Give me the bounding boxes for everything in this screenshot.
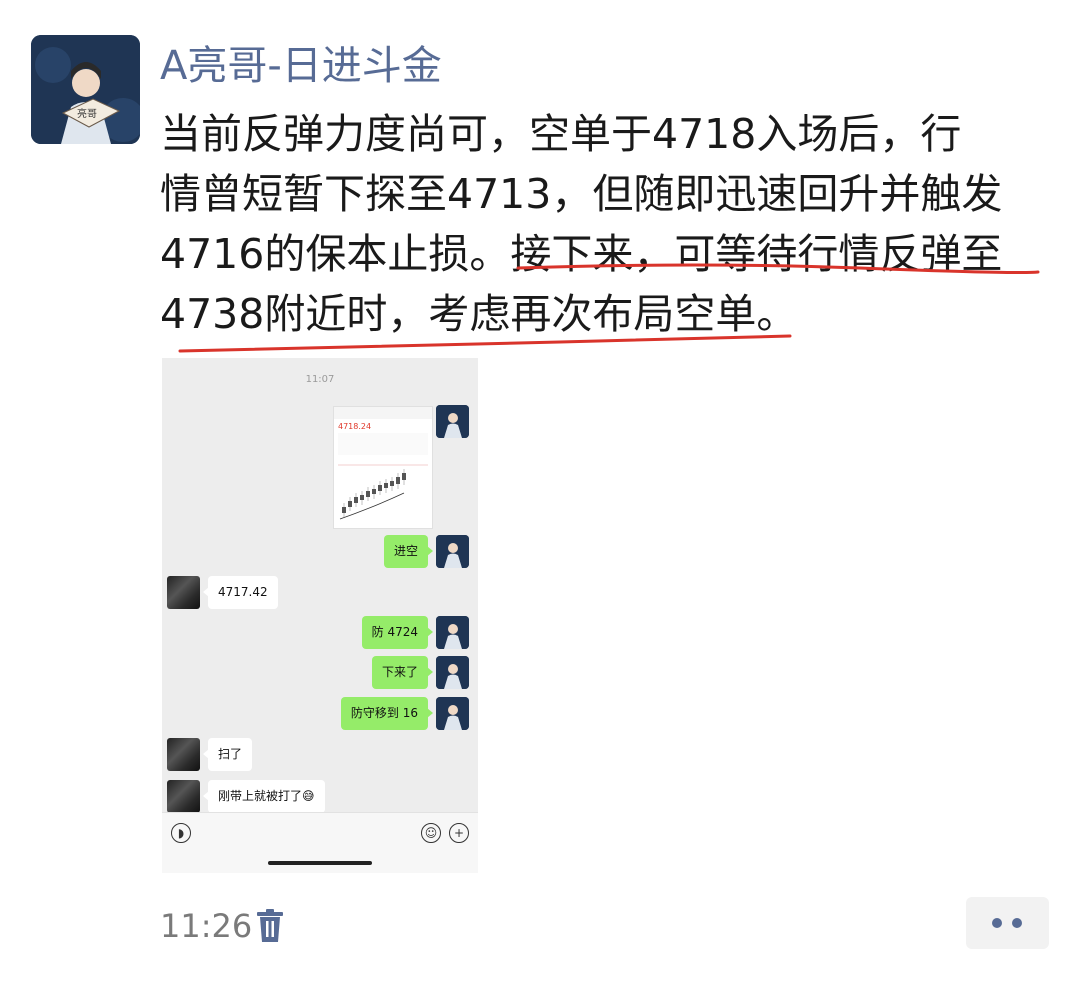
message-bubble-mine[interactable]: 进空	[383, 535, 434, 568]
trash-icon-glyph	[257, 909, 283, 942]
post-line-1: 当前反弹力度尚可，空单于4718入场后，行	[160, 110, 962, 158]
dot-icon	[992, 918, 1002, 928]
plus-icon[interactable]: +	[449, 823, 469, 843]
chart-thumbnail: 4718.24	[333, 406, 433, 529]
my-avatar[interactable]	[436, 697, 469, 730]
post-line-4: 4738附近时，考虑再次布局空单。	[160, 290, 798, 338]
svg-text:亮哥: 亮哥	[77, 107, 97, 120]
my-avatar-image	[436, 535, 469, 568]
my-avatar-image	[436, 656, 469, 689]
voice-icon[interactable]: ◗	[171, 823, 191, 843]
more-options-button[interactable]	[966, 897, 1049, 949]
other-avatar[interactable]	[167, 780, 200, 813]
my-avatar[interactable]	[436, 616, 469, 649]
message-bubble-mine[interactable]: 防 4724	[361, 616, 434, 649]
post-line-3a: 4716的保本止损。	[160, 230, 511, 278]
my-avatar[interactable]	[436, 656, 469, 689]
my-avatar-image	[436, 697, 469, 730]
post-line-3b: 接下来，可等待行情反弹至	[510, 230, 1003, 278]
attached-screenshot[interactable]: 11:07 4718.24 进空 4717.42 防 4724 下来了 防守移到…	[162, 358, 478, 873]
my-avatar[interactable]	[436, 405, 469, 438]
message-bubble-other[interactable]: 刚带上就被打了😅	[203, 780, 325, 813]
message-bubble-other[interactable]: 4717.42	[203, 576, 278, 609]
other-avatar[interactable]	[167, 738, 200, 771]
author-name[interactable]: A亮哥-日进斗金	[160, 40, 442, 92]
other-avatar[interactable]	[167, 576, 200, 609]
chat-time: 11:07	[305, 374, 335, 385]
my-avatar-image	[436, 405, 469, 438]
post-line-3: 4716的保本止损。接下来，可等待行情反弹至	[160, 224, 1060, 284]
thumb-price: 4718.24	[338, 422, 371, 431]
dot-icon	[1012, 918, 1022, 928]
emoji-icon[interactable]: ☺	[421, 823, 441, 843]
avatar-illustration: 亮哥	[31, 35, 140, 144]
chat-input-bar: ◗ ☺ +	[162, 812, 478, 873]
message-bubble-mine[interactable]: 防守移到 16	[340, 697, 434, 730]
author-avatar[interactable]: 亮哥	[31, 35, 140, 144]
my-avatar[interactable]	[436, 535, 469, 568]
post-time: 11:26	[160, 907, 253, 945]
candlestick-thumbnail-image: 4718.24	[334, 407, 432, 528]
home-indicator	[268, 861, 372, 865]
post-line-2: 情曾短暂下探至4713，但随即迅速回升并触发	[160, 170, 1003, 218]
message-bubble-other[interactable]: 扫了	[202, 738, 253, 771]
my-avatar-image	[436, 616, 469, 649]
trash-icon[interactable]	[256, 909, 284, 943]
post-body: 当前反弹力度尚可，空单于4718入场后，行 情曾短暂下探至4713，但随即迅速回…	[160, 104, 1060, 344]
message-bubble-mine[interactable]: 下来了	[371, 656, 434, 689]
